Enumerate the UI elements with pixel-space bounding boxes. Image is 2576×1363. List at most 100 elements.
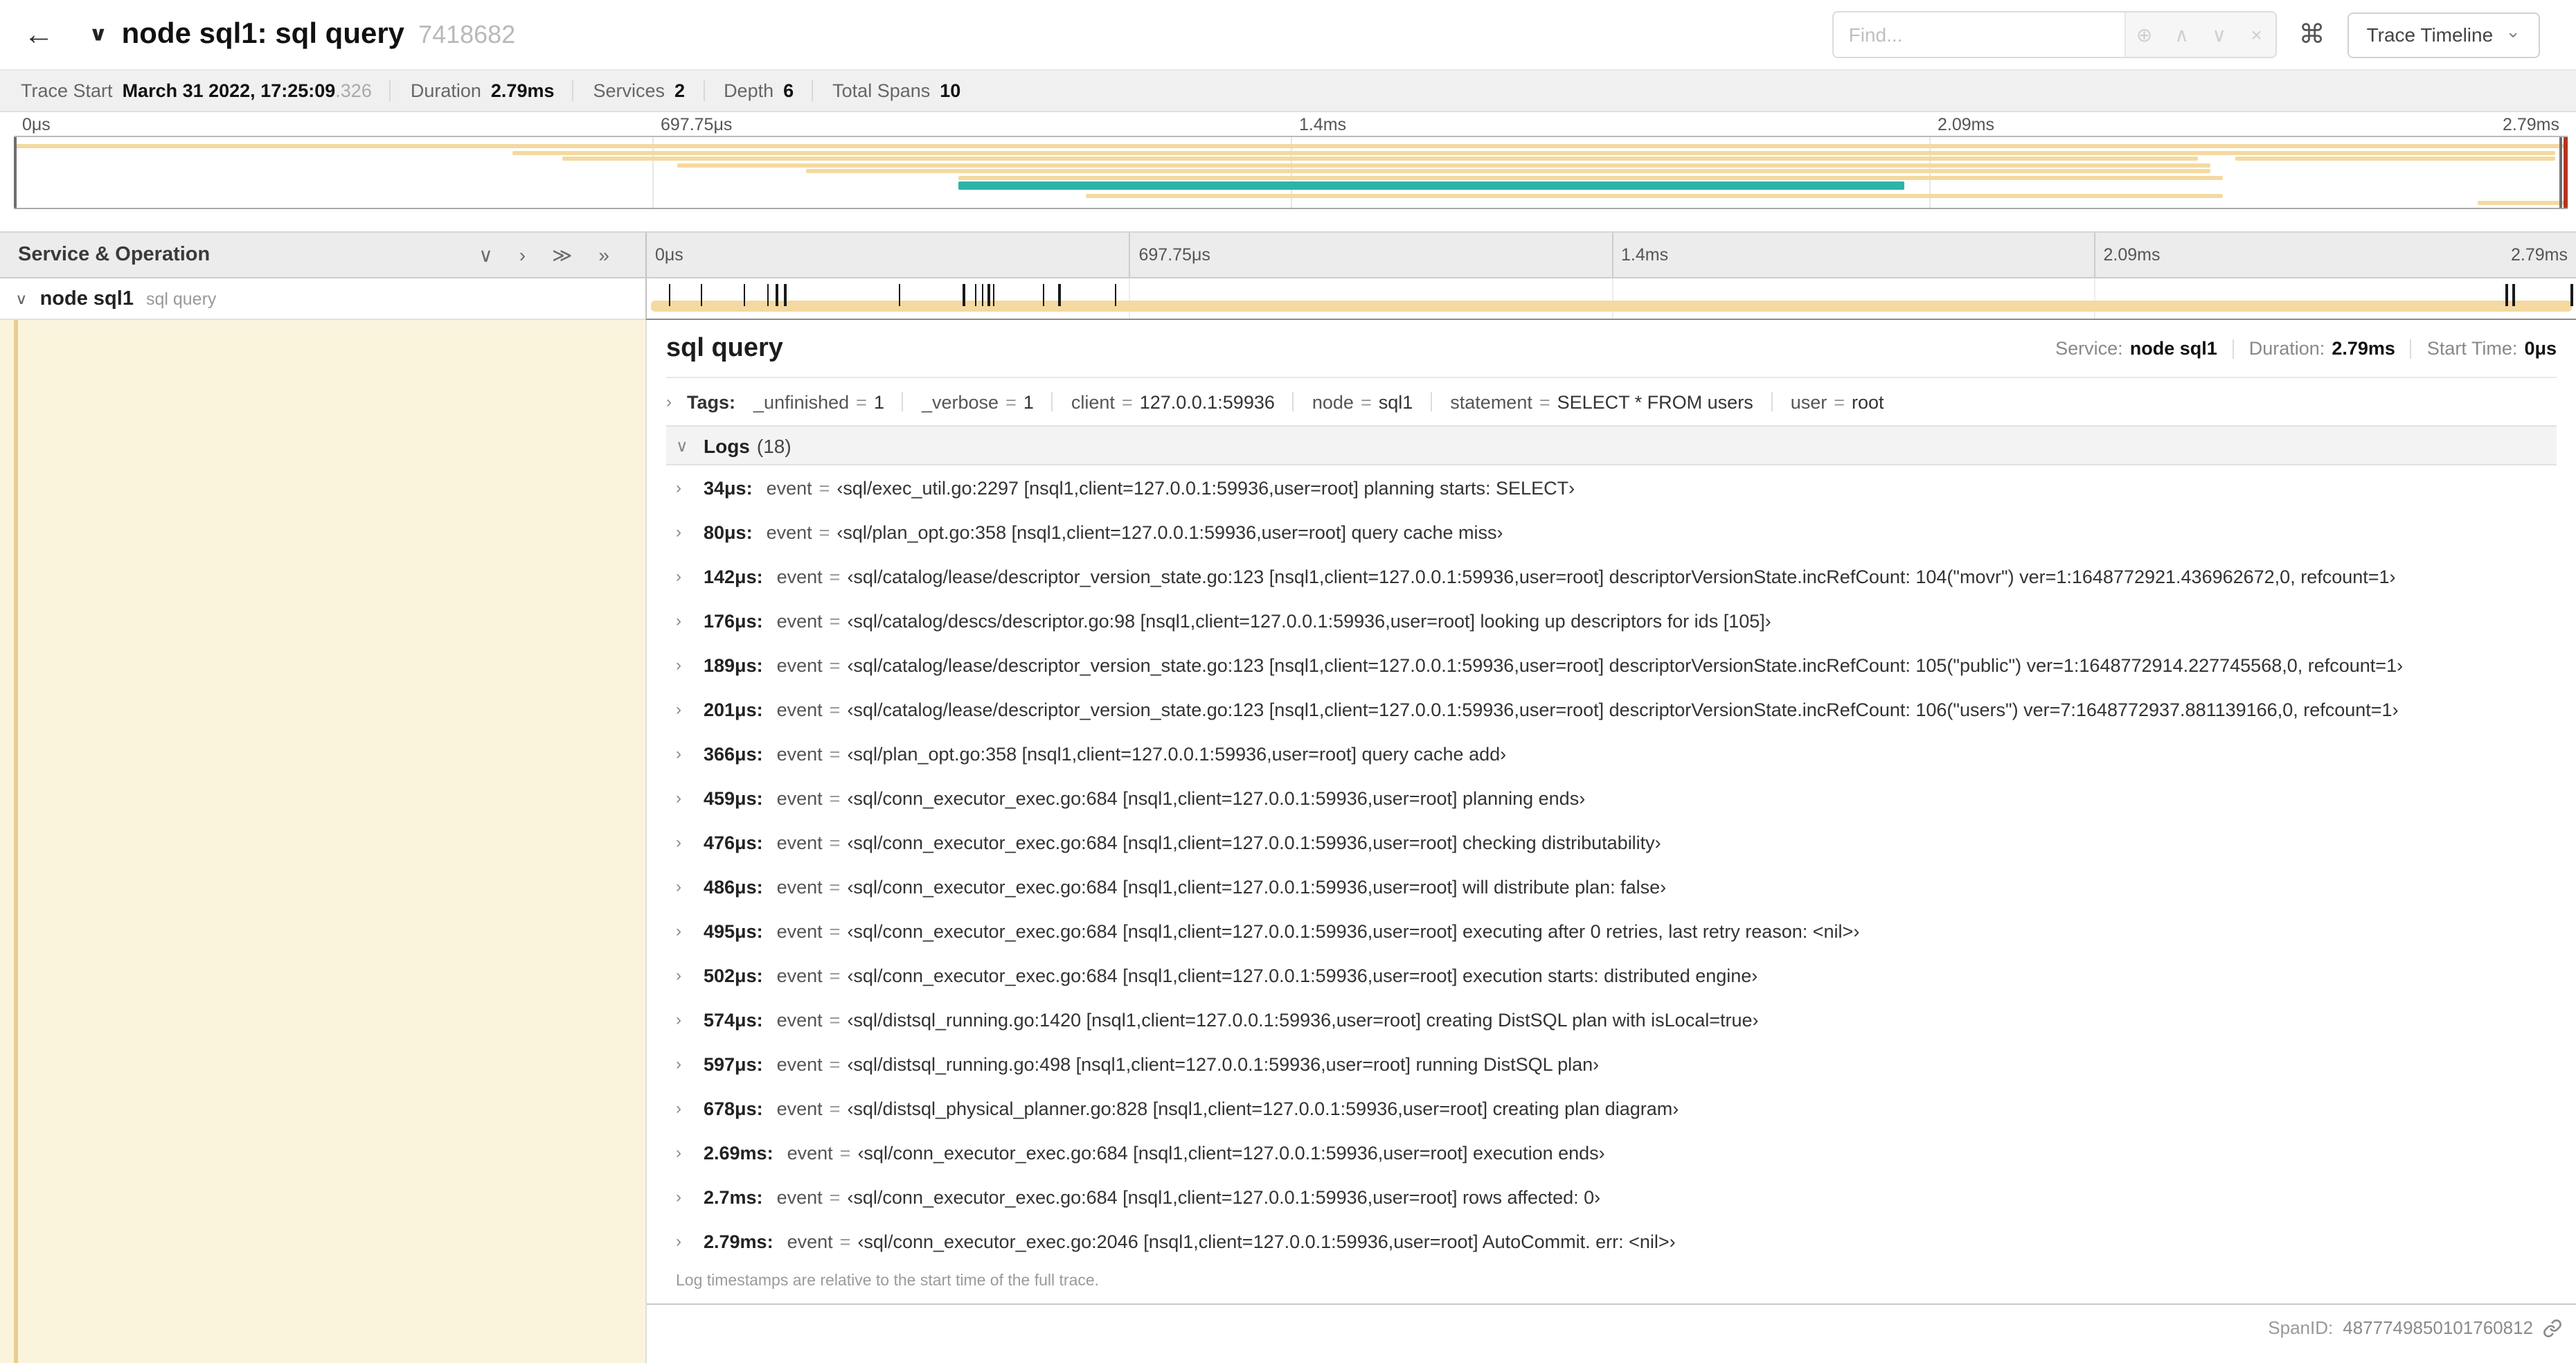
- tag-item[interactable]: node = sql1: [1312, 391, 1413, 412]
- log-tick: [784, 284, 787, 306]
- log-entry[interactable]: › 366μs: event = ‹sql/plan_opt.go:358 [nsql1…: [666, 731, 2557, 776]
- prev-result-icon[interactable]: ∧: [2163, 23, 2201, 46]
- log-entry[interactable]: › 502μs: event = ‹sql/conn_executor_exec.go:…: [666, 953, 2557, 997]
- minimap-span-bar: [14, 144, 2568, 148]
- log-tick: [2570, 284, 2573, 306]
- log-entry[interactable]: › 459μs: event = ‹sql/conn_executor_exec.go:…: [666, 776, 2557, 820]
- log-field-key: event: [776, 832, 823, 853]
- chevron-right-icon: ›: [676, 1010, 681, 1029]
- tag-key: client: [1071, 391, 1115, 412]
- span-table-header: Service & Operation ∨ › ≫ » 0μs 697.75μs 1…: [0, 231, 2576, 278]
- log-field-equals: =: [839, 1142, 851, 1163]
- span-id-label: SpanID:: [2268, 1317, 2334, 1338]
- timeline-gridline: [2093, 278, 2095, 319]
- log-tick: [767, 284, 769, 306]
- tag-separator: [1292, 392, 1294, 411]
- chevron-right-icon: ›: [676, 1231, 681, 1251]
- trace-view-selector[interactable]: Trace Timeline ⌄: [2347, 12, 2540, 57]
- collapse-one-icon[interactable]: ∨: [478, 243, 493, 267]
- log-entry[interactable]: › 201μs: event = ‹sql/catalog/lease/descript…: [666, 687, 2557, 731]
- log-field-value: ‹sql/conn_executor_exec.go:684 [nsql1,cl…: [847, 965, 1758, 986]
- log-entry[interactable]: › 495μs: event = ‹sql/conn_executor_exec.go:…: [666, 909, 2557, 953]
- trace-collapse-chevron-icon[interactable]: ∨: [89, 23, 108, 46]
- log-field-equals: =: [829, 1098, 841, 1119]
- log-entry[interactable]: › 34μs: event = ‹sql/exec_util.go:2297 [nsql…: [666, 465, 2557, 510]
- summary-label: Depth: [724, 80, 774, 101]
- expand-collapse-controls: ∨ › ≫ »: [478, 243, 609, 267]
- log-entry[interactable]: › 80μs: event = ‹sql/plan_opt.go:358 [nsql1,…: [666, 510, 2557, 554]
- next-result-icon[interactable]: ∨: [2201, 23, 2238, 46]
- chevron-right-icon: ›: [676, 1098, 681, 1118]
- summary-value-fraction: .326: [335, 80, 372, 101]
- log-field-value: ‹sql/catalog/lease/descriptor_version_st…: [847, 654, 2404, 675]
- log-tick: [743, 284, 746, 306]
- zoom-icon[interactable]: ⊕: [2126, 23, 2163, 46]
- minimap-span-bar: [2235, 157, 2555, 161]
- log-field-key: event: [776, 699, 823, 720]
- span-collapse-chevron-icon[interactable]: ∨: [15, 289, 28, 307]
- span-detail-header[interactable]: sql query Service: node sql1 Duration: 2.79…: [666, 320, 2557, 378]
- log-entry[interactable]: › 476μs: event = ‹sql/conn_executor_exec.go:…: [666, 820, 2557, 864]
- log-entry[interactable]: › 2.69ms: event = ‹sql/conn_executor_exec.go…: [666, 1130, 2557, 1175]
- collapse-all-icon[interactable]: ≫: [552, 243, 572, 267]
- log-field-equals: =: [829, 832, 841, 853]
- log-field-equals: =: [829, 876, 841, 897]
- scrubber-right-handle[interactable]: [2559, 137, 2562, 208]
- log-entry[interactable]: › 486μs: event = ‹sql/conn_executor_exec.go:…: [666, 864, 2557, 909]
- log-entry[interactable]: › 189μs: event = ‹sql/catalog/lease/descript…: [666, 643, 2557, 687]
- expand-all-icon[interactable]: »: [598, 244, 609, 266]
- keyboard-shortcuts-button[interactable]: ⌘: [2299, 19, 2325, 51]
- logs-header[interactable]: ∨ Logs (18): [666, 425, 2557, 465]
- log-entry[interactable]: › 597μs: event = ‹sql/distsql_running.go:498…: [666, 1042, 2557, 1086]
- tag-item[interactable]: _unfinished = 1: [753, 391, 884, 412]
- meta-label: Duration:: [2248, 338, 2325, 359]
- chevron-right-icon: ›: [676, 522, 681, 542]
- log-entry[interactable]: › 176μs: event = ‹sql/catalog/descs/descript…: [666, 598, 2557, 643]
- log-entry[interactable]: › 142μs: event = ‹sql/catalog/lease/descript…: [666, 554, 2557, 598]
- tag-separator: [1051, 392, 1053, 411]
- log-field-value: ‹sql/distsql_physical_planner.go:828 [ns…: [847, 1098, 1679, 1119]
- log-field-value: ‹sql/plan_opt.go:358 [nsql1,client=127.0…: [837, 522, 1503, 542]
- span-duration-bar[interactable]: [651, 301, 2572, 312]
- chevron-right-icon: ›: [676, 921, 681, 941]
- log-entry[interactable]: › 2.79ms: event = ‹sql/conn_executor_exec.go…: [666, 1219, 2557, 1263]
- tag-item[interactable]: client = 127.0.0.1:59936: [1071, 391, 1275, 412]
- scrubber-left-handle[interactable]: [14, 137, 17, 208]
- tag-item[interactable]: user = root: [1791, 391, 1884, 412]
- log-field-value: ‹sql/exec_util.go:2297 [nsql1,client=127…: [837, 477, 1575, 498]
- log-entry[interactable]: › 574μs: event = ‹sql/distsql_running.go:142…: [666, 997, 2557, 1042]
- tag-value: SELECT * FROM users: [1557, 391, 1753, 412]
- log-tick: [987, 284, 990, 306]
- find-input[interactable]: [1833, 12, 2125, 57]
- log-field-equals: =: [829, 965, 841, 986]
- log-tick: [2512, 284, 2515, 306]
- log-field-key: event: [776, 1186, 823, 1207]
- minimap-span-bar: [1086, 194, 2224, 198]
- command-icon: ⌘: [2298, 20, 2325, 49]
- clear-search-icon[interactable]: ×: [2238, 24, 2275, 46]
- log-entry[interactable]: › 2.7ms: event = ‹sql/conn_executor_exec.go:…: [666, 1175, 2557, 1219]
- tag-equals: =: [1005, 391, 1017, 412]
- span-bar-region[interactable]: [645, 278, 2576, 320]
- back-button[interactable]: ←: [11, 7, 66, 62]
- minimap-span-bar: [512, 150, 2555, 154]
- trace-timeline-page: ← ∨ node sql1: sql query 7418682 ⊕ ∧ ∨ ×…: [0, 0, 2576, 1363]
- span-row-node-sql1[interactable]: ∨ node sql1 sql query: [0, 278, 2576, 320]
- log-tick: [1042, 284, 1045, 306]
- timeline-minimap[interactable]: 0μs 697.75μs 1.4ms 2.09ms 2.79ms: [14, 112, 2568, 209]
- minimap-graph[interactable]: [14, 136, 2568, 209]
- log-field-key: event: [766, 477, 812, 498]
- tag-item[interactable]: _verbose = 1: [922, 391, 1034, 412]
- span-name-cell[interactable]: ∨ node sql1 sql query: [0, 278, 645, 320]
- summary-value: 2.79ms: [490, 80, 555, 101]
- log-time: 142μs:: [704, 566, 763, 587]
- log-field-key: event: [776, 1098, 823, 1119]
- tag-key: statement: [1450, 391, 1532, 412]
- log-entry[interactable]: › 678μs: event = ‹sql/distsql_physical_plann…: [666, 1086, 2557, 1130]
- link-icon[interactable]: [2543, 1318, 2562, 1337]
- tags-row[interactable]: › Tags: _unfinished = 1 _verbose = 1 client = 12…: [666, 378, 2557, 425]
- minimap-span-bar: [958, 175, 2224, 179]
- log-time: 597μs:: [704, 1053, 763, 1074]
- expand-one-icon[interactable]: ›: [519, 244, 526, 266]
- tag-item[interactable]: statement = SELECT * FROM users: [1450, 391, 1753, 412]
